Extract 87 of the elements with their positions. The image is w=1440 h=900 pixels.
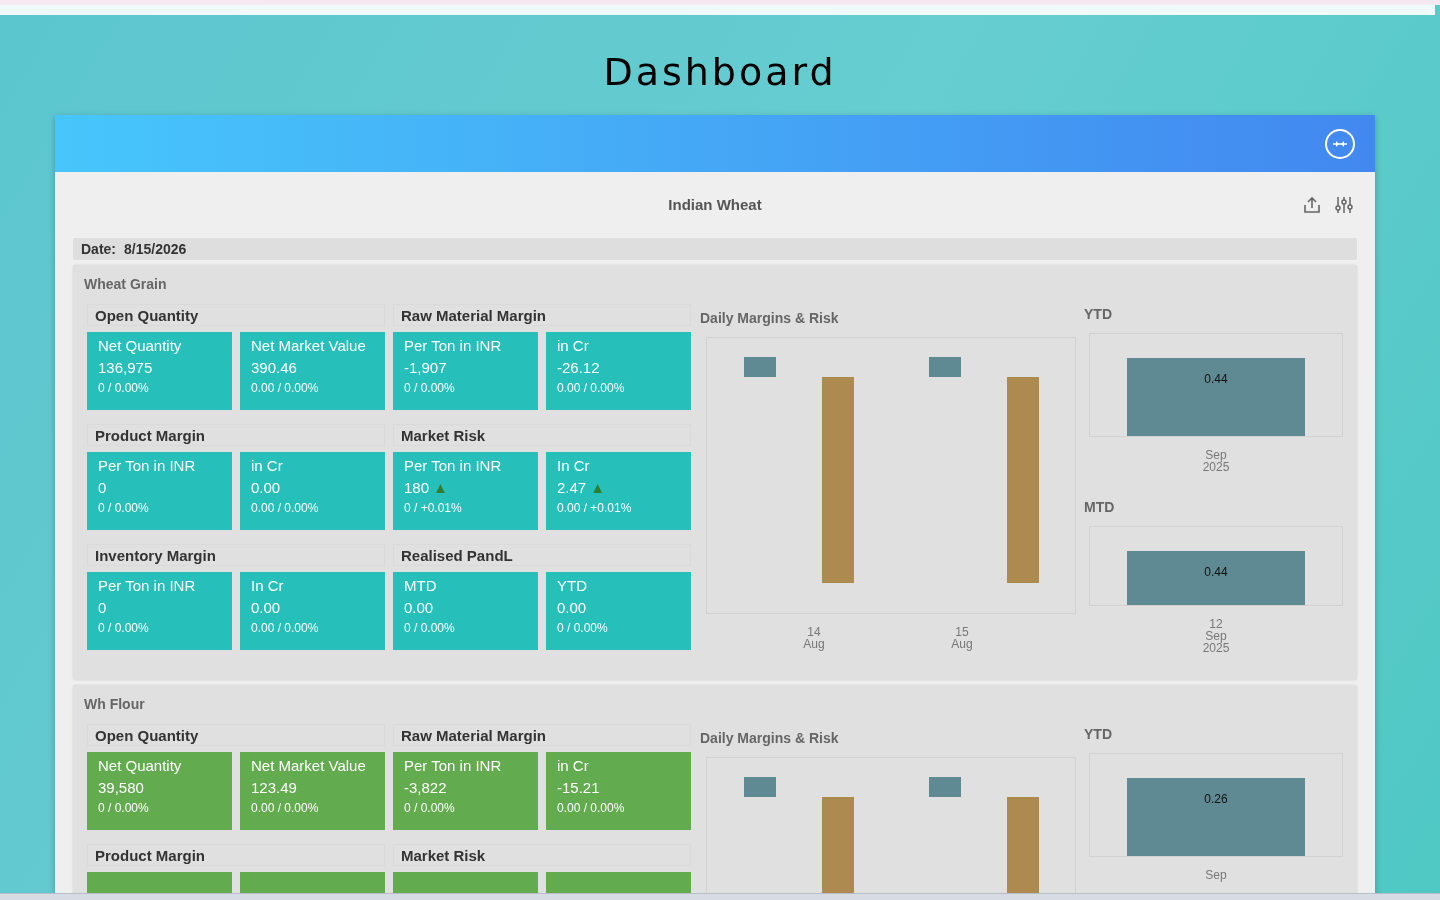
tile-label: Net Market Value bbox=[251, 756, 367, 776]
tile-change: 0.00 / 0.00% bbox=[557, 800, 626, 817]
tile-value: 39,580 bbox=[98, 778, 144, 798]
tile-label: Net Quantity bbox=[98, 756, 183, 776]
tile-value: -15.21 bbox=[557, 778, 600, 798]
tile-value: 0.00 bbox=[251, 478, 281, 498]
chart-bar bbox=[929, 777, 961, 797]
tile-value: 0 bbox=[98, 598, 107, 618]
tile-label: Per Ton in INR bbox=[404, 336, 503, 356]
tile-label: Per Ton in INR bbox=[404, 756, 503, 776]
section-title: Wh Flour bbox=[84, 695, 146, 714]
page-title: Dashboard bbox=[603, 49, 837, 96]
tile-change: 0 / 0.00% bbox=[404, 800, 456, 817]
tile-label: in Cr bbox=[251, 456, 284, 476]
tile-value: 2.47 bbox=[557, 478, 587, 498]
arrows-icon bbox=[1333, 139, 1347, 148]
tile-value: -3,822 bbox=[404, 778, 447, 798]
tile-value: 0.00 bbox=[251, 598, 281, 618]
collapse-button[interactable] bbox=[1325, 128, 1355, 159]
axis-label: Sep bbox=[1204, 869, 1228, 881]
tile-value: 180 bbox=[404, 478, 430, 498]
tile-change: 0 / 0.00% bbox=[98, 500, 150, 517]
chart-title: Daily Margins & Risk bbox=[700, 729, 840, 748]
chart-bar bbox=[744, 777, 776, 797]
axis-label: 14 Aug bbox=[802, 626, 826, 650]
section-title: Wheat Grain bbox=[84, 275, 168, 294]
tile-label: Per Ton in INR bbox=[98, 456, 197, 476]
chart-bar bbox=[929, 357, 961, 377]
tile-change: 0.00 / 0.00% bbox=[557, 380, 626, 397]
tile-change: 0 / +0.01% bbox=[404, 500, 463, 517]
trend-indicator: ▲ bbox=[590, 478, 606, 498]
tile-label: In Cr bbox=[557, 456, 591, 476]
chart-title: MTD bbox=[1084, 498, 1116, 517]
tile-change: 0.00 / 0.00% bbox=[251, 800, 320, 817]
group-title: Product Margin bbox=[87, 424, 385, 446]
date-value: 8/15/2026 bbox=[124, 239, 187, 259]
group-title: Product Margin bbox=[87, 844, 385, 866]
group-title: Open Quantity bbox=[87, 304, 385, 326]
share-icon[interactable] bbox=[1303, 196, 1321, 214]
tile-change: 0 / 0.00% bbox=[404, 380, 456, 397]
group-title: Inventory Margin bbox=[87, 544, 385, 566]
tile-change: 0 / 0.00% bbox=[557, 620, 609, 637]
tile-change: 0 / 0.00% bbox=[98, 800, 150, 817]
tile-value: 0 bbox=[98, 478, 107, 498]
tile-label: in Cr bbox=[557, 756, 590, 776]
tile-value: 390.46 bbox=[251, 358, 297, 378]
tile-value: -1,907 bbox=[404, 358, 447, 378]
axis-label: 15 Aug bbox=[950, 626, 974, 650]
tile-change: 0 / 0.00% bbox=[98, 380, 150, 397]
tile-label: MTD bbox=[404, 576, 438, 596]
chart-title: Daily Margins & Risk bbox=[700, 309, 840, 328]
tile-change: 0.00 / 0.00% bbox=[251, 620, 320, 637]
card-title: Indian Wheat bbox=[668, 194, 762, 215]
tile-value: 0.00 bbox=[557, 598, 587, 618]
tile-label: Net Market Value bbox=[251, 336, 367, 356]
tile-change: 0.00 / 0.00% bbox=[251, 380, 320, 397]
axis-label: Sep 2025 bbox=[1201, 449, 1231, 473]
group-title: Market Risk bbox=[393, 844, 691, 866]
chart-title: YTD bbox=[1084, 725, 1113, 744]
tile-change: 0.00 / +0.01% bbox=[557, 500, 633, 517]
tile-change: 0.00 / 0.00% bbox=[251, 500, 320, 517]
group-title: Raw Material Margin bbox=[393, 724, 691, 746]
tile-label: Per Ton in INR bbox=[98, 576, 197, 596]
tile-change: 0 / 0.00% bbox=[404, 620, 456, 637]
date-label: Date: bbox=[81, 239, 116, 259]
group-title: Realised PandL bbox=[393, 544, 691, 566]
tile-value: -26.12 bbox=[557, 358, 600, 378]
tile-value: 0.00 bbox=[404, 598, 434, 618]
trend-indicator: ▲ bbox=[433, 478, 448, 498]
tile-label: Net Quantity bbox=[98, 336, 183, 356]
chart-bar bbox=[744, 357, 776, 377]
group-title: Open Quantity bbox=[87, 724, 385, 746]
tile-label: YTD bbox=[557, 576, 588, 596]
axis-label: 12 Sep 2025 bbox=[1201, 618, 1231, 654]
tile-value: 123.49 bbox=[251, 778, 297, 798]
data-label: 0.26 bbox=[1204, 792, 1228, 808]
sliders-icon[interactable] bbox=[1335, 196, 1353, 214]
data-label: 0.44 bbox=[1204, 565, 1228, 581]
tile-label: Per Ton in INR bbox=[404, 456, 503, 476]
group-title: Raw Material Margin bbox=[393, 304, 691, 326]
tile-label: in Cr bbox=[557, 336, 590, 356]
group-title: Market Risk bbox=[393, 424, 691, 446]
tile-label: In Cr bbox=[251, 576, 285, 596]
tile-change: 0 / 0.00% bbox=[98, 620, 150, 637]
tile-value: 136,975 bbox=[98, 358, 153, 378]
data-label: 0.44 bbox=[1204, 372, 1228, 388]
chart-title: YTD bbox=[1084, 305, 1113, 324]
